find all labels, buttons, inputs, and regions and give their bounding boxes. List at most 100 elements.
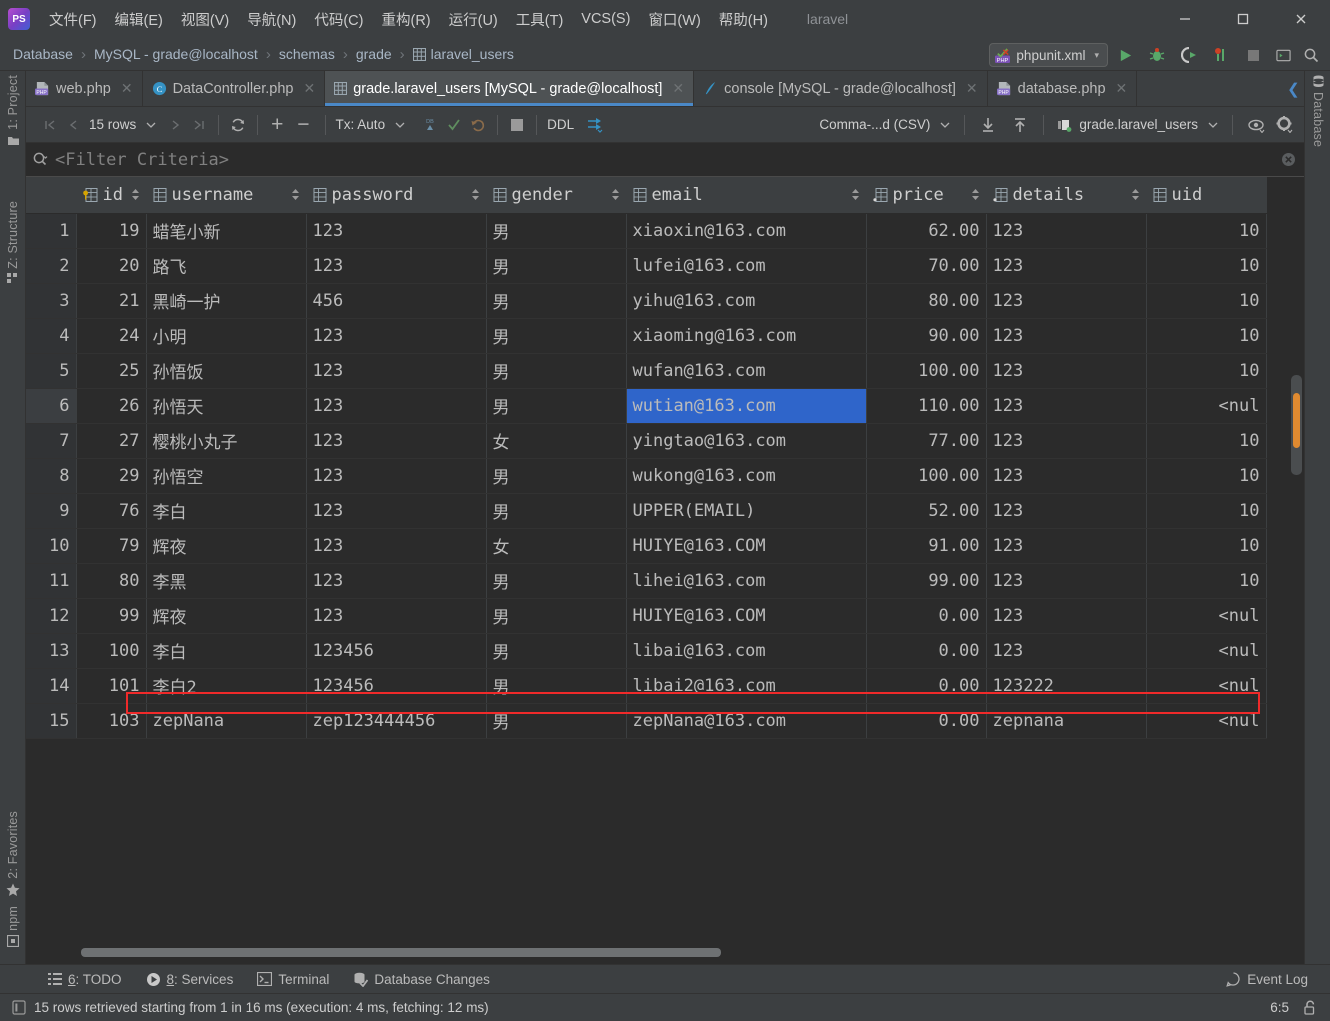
- cell-details[interactable]: 123: [986, 353, 1147, 389]
- cell-email[interactable]: lufei@163.com: [626, 248, 867, 284]
- cell-gender[interactable]: 男: [486, 563, 627, 599]
- export-format-chevron-down-icon[interactable]: [933, 112, 957, 138]
- breadcrumb-item[interactable]: schemas: [276, 46, 338, 62]
- cell-password[interactable]: 123: [306, 318, 487, 354]
- menu-vcs[interactable]: VCS(S): [572, 7, 639, 31]
- commit-button[interactable]: [442, 112, 466, 138]
- cell-price[interactable]: 90.00: [866, 318, 987, 354]
- table-row[interactable]: 13 100 李白 123456 男 libai@163.com 0.00 123 <nul: [26, 633, 1267, 669]
- cell-password[interactable]: 123: [306, 213, 487, 249]
- cell-uid[interactable]: 10: [1146, 248, 1267, 284]
- cell-password[interactable]: 123456: [306, 668, 487, 704]
- menu-help[interactable]: 帮助(H): [710, 5, 777, 34]
- cell-password[interactable]: 123: [306, 388, 487, 424]
- cell-details[interactable]: 123: [986, 283, 1147, 319]
- table-row[interactable]: 14 101 李白2 123456 男 libai2@163.com 0.00 123222 <…: [26, 668, 1267, 704]
- table-row[interactable]: 6 26 孙悟天 123 男 wutian@163.com 110.00 123 <nul: [26, 388, 1267, 424]
- sidebar-item-database[interactable]: Database: [1305, 75, 1330, 147]
- cell-gender[interactable]: 男: [486, 598, 627, 634]
- cell-email[interactable]: libai2@163.com: [626, 668, 867, 704]
- cell-password[interactable]: zep123444456: [306, 703, 487, 739]
- cell-gender[interactable]: 男: [486, 283, 627, 319]
- sort-indicator-icon[interactable]: [971, 188, 980, 201]
- cell-uid[interactable]: <nul: [1146, 668, 1267, 704]
- caret-position[interactable]: 6:5: [1270, 1000, 1289, 1015]
- menu-tools[interactable]: 工具(T): [507, 5, 573, 34]
- tool-window-todo[interactable]: 6: TODO: [36, 972, 134, 987]
- cell-details[interactable]: 123: [986, 493, 1147, 529]
- column-header-email[interactable]: email: [626, 177, 867, 214]
- column-header-price[interactable]: price: [866, 177, 987, 214]
- cell-username[interactable]: 路飞: [146, 248, 307, 284]
- column-header-id[interactable]: id: [76, 177, 147, 214]
- cell-password[interactable]: 123: [306, 493, 487, 529]
- result-grid[interactable]: id username password gender email price detail…: [26, 177, 1304, 964]
- cell-uid[interactable]: 10: [1146, 423, 1267, 459]
- cell-details[interactable]: 123: [986, 598, 1147, 634]
- cell-details[interactable]: 123: [986, 318, 1147, 354]
- cell-gender[interactable]: 男: [486, 633, 627, 669]
- menu-run[interactable]: 运行(U): [440, 5, 507, 34]
- maximize-button[interactable]: [1214, 0, 1272, 38]
- breadcrumb-item[interactable]: MySQL - grade@localhost: [91, 46, 261, 62]
- table-row[interactable]: 11 80 李黑 123 男 lihei@163.com 99.00 123 10: [26, 563, 1267, 599]
- cell-username[interactable]: 小明: [146, 318, 307, 354]
- cell-username[interactable]: 辉夜: [146, 598, 307, 634]
- row-count-chevron-down-icon[interactable]: [139, 112, 163, 138]
- cell-password[interactable]: 123: [306, 423, 487, 459]
- cell-id[interactable]: 100: [76, 633, 147, 669]
- menu-edit[interactable]: 编辑(E): [106, 5, 172, 34]
- modify-table-icon[interactable]: [583, 112, 607, 138]
- cell-gender[interactable]: 男: [486, 458, 627, 494]
- open-terminal-button[interactable]: [1270, 42, 1296, 68]
- ddl-button[interactable]: DDL: [544, 117, 577, 132]
- cell-price[interactable]: 52.00: [866, 493, 987, 529]
- table-row[interactable]: 7 27 樱桃小丸子 123 女 yingtao@163.com 77.00 123 10: [26, 423, 1267, 459]
- cell-uid[interactable]: 10: [1146, 493, 1267, 529]
- minimize-button[interactable]: [1156, 0, 1214, 38]
- cell-gender[interactable]: 男: [486, 318, 627, 354]
- cell-gender[interactable]: 女: [486, 423, 627, 459]
- cell-details[interactable]: zepnana: [986, 703, 1147, 739]
- cell-uid[interactable]: 10: [1146, 318, 1267, 354]
- cell-details[interactable]: 123: [986, 528, 1147, 564]
- cell-username[interactable]: 蜡笔小新: [146, 213, 307, 249]
- cell-details[interactable]: 123: [986, 633, 1147, 669]
- cell-price[interactable]: 0.00: [866, 668, 987, 704]
- editor-tab[interactable]: PHP web.php ✕: [26, 71, 143, 106]
- reload-button[interactable]: [226, 112, 250, 138]
- cell-password[interactable]: 123: [306, 528, 487, 564]
- cell-details[interactable]: 123: [986, 458, 1147, 494]
- previous-page-button[interactable]: [62, 112, 86, 138]
- close-icon[interactable]: ✕: [966, 80, 978, 97]
- cell-gender[interactable]: 男: [486, 353, 627, 389]
- cell-price[interactable]: 100.00: [866, 458, 987, 494]
- cell-gender[interactable]: 男: [486, 668, 627, 704]
- breadcrumb-item[interactable]: laravel_users: [410, 46, 517, 62]
- cell-email[interactable]: wutian@163.com: [626, 388, 867, 424]
- cell-email[interactable]: libai@163.com: [626, 633, 867, 669]
- cell-uid[interactable]: 10: [1146, 353, 1267, 389]
- filter-input[interactable]: <Filter Criteria>: [55, 150, 229, 170]
- cell-email[interactable]: lihei@163.com: [626, 563, 867, 599]
- cell-gender[interactable]: 男: [486, 248, 627, 284]
- sidebar-item-favorites[interactable]: 2: Favorites: [0, 811, 26, 897]
- cell-price[interactable]: 0.00: [866, 703, 987, 739]
- breadcrumb-item[interactable]: Database: [10, 46, 76, 62]
- tool-window-services[interactable]: 8: Services: [134, 972, 246, 987]
- cell-price[interactable]: 62.00: [866, 213, 987, 249]
- sort-indicator-icon[interactable]: [851, 188, 860, 201]
- sidebar-item-structure[interactable]: Z: Structure: [0, 201, 26, 285]
- close-icon[interactable]: ✕: [121, 80, 133, 97]
- cell-username[interactable]: 李白2: [146, 668, 307, 704]
- cell-id[interactable]: 29: [76, 458, 147, 494]
- column-header-username[interactable]: username: [146, 177, 307, 214]
- cell-price[interactable]: 77.00: [866, 423, 987, 459]
- cell-email[interactable]: xiaoxin@163.com: [626, 213, 867, 249]
- delete-row-button[interactable]: −: [289, 112, 317, 138]
- cell-id[interactable]: 80: [76, 563, 147, 599]
- cancel-query-button[interactable]: [505, 112, 529, 138]
- cell-gender[interactable]: 女: [486, 528, 627, 564]
- cell-username[interactable]: 李白: [146, 493, 307, 529]
- run-button[interactable]: [1112, 42, 1138, 68]
